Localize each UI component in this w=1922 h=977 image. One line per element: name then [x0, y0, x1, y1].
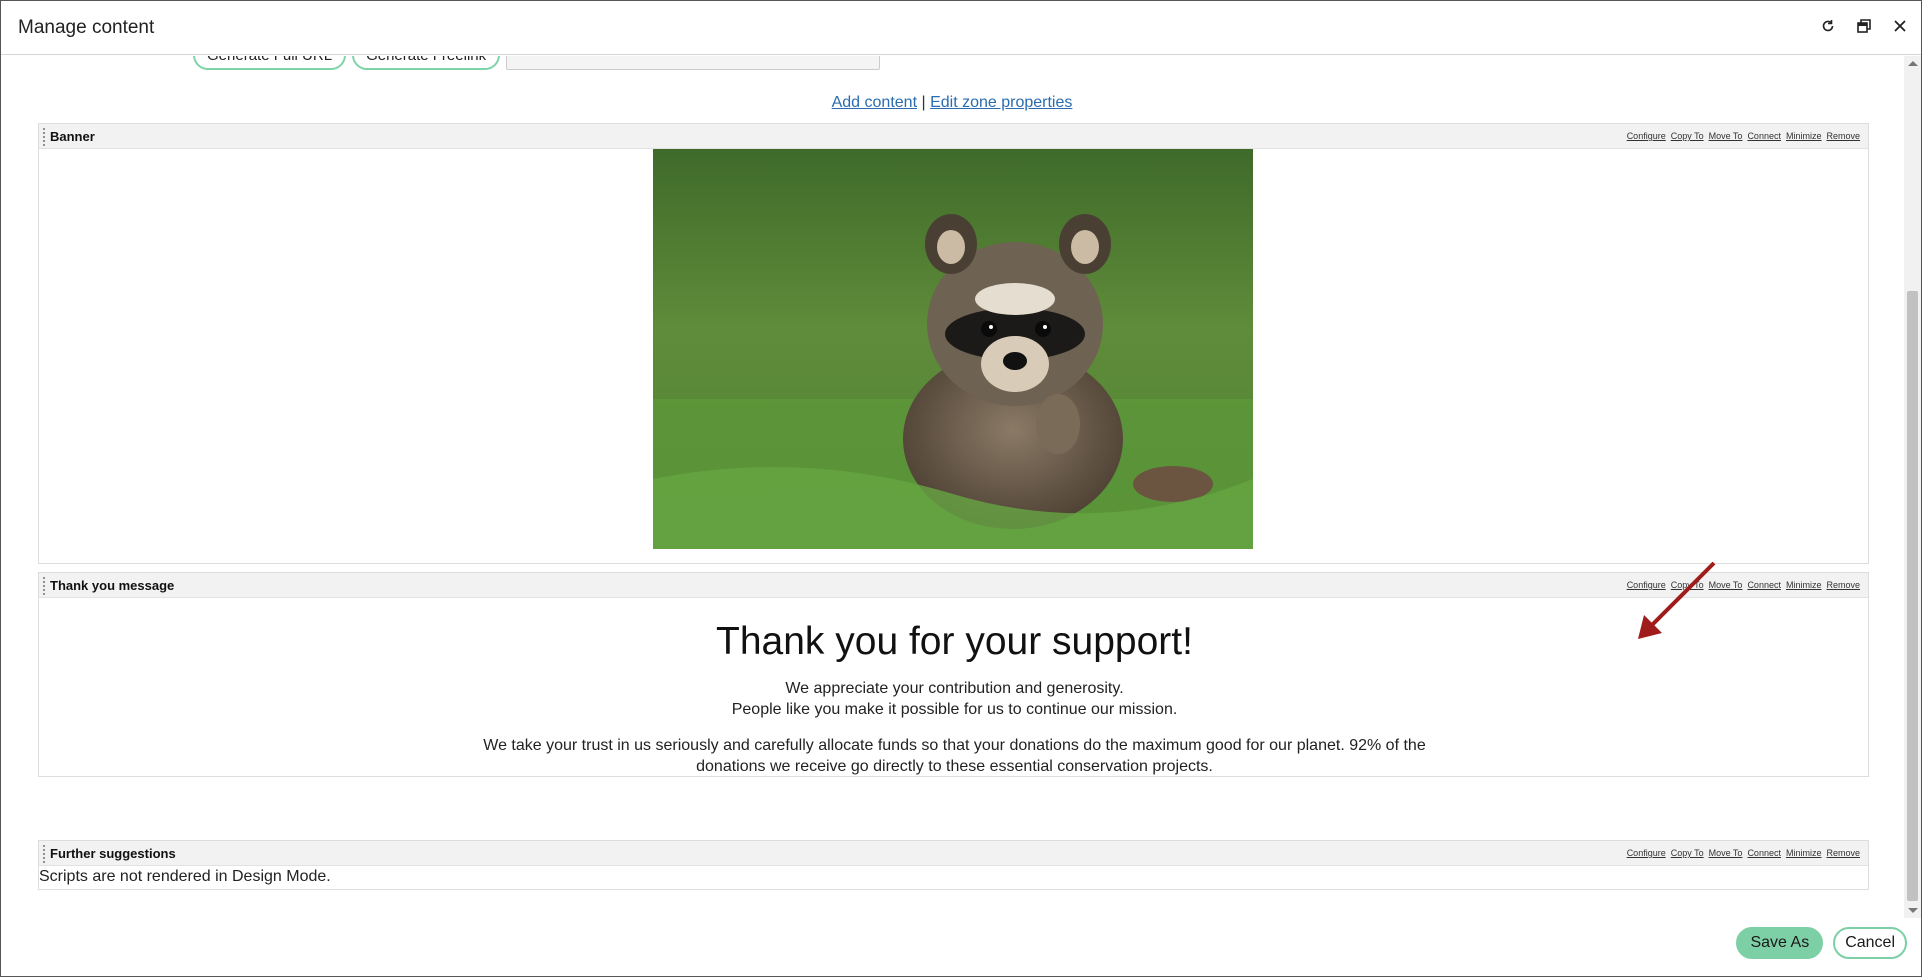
move-to-link[interactable]: Move To: [1709, 848, 1743, 858]
scroll-thumb[interactable]: [1907, 291, 1918, 901]
manage-content-window: Manage content Generate Full URL Generat…: [0, 0, 1922, 977]
copy-to-link[interactable]: Copy To: [1671, 580, 1704, 590]
webpart-actions: Configure Copy To Move To Connect Minimi…: [1627, 580, 1860, 590]
webpart-header: Thank you message Configure Copy To Move…: [39, 573, 1868, 598]
webpart-header: Banner Configure Copy To Move To Connect…: [39, 124, 1868, 149]
move-to-link[interactable]: Move To: [1709, 580, 1743, 590]
webpart-title: Thank you message: [50, 578, 175, 593]
remove-link[interactable]: Remove: [1826, 580, 1860, 590]
configure-link[interactable]: Configure: [1627, 131, 1666, 141]
connect-link[interactable]: Connect: [1747, 580, 1781, 590]
zone-links: Add content | Edit zone properties: [1, 94, 1903, 112]
maximize-icon[interactable]: [1853, 15, 1875, 37]
thank-you-heading: Thank you for your support!: [716, 620, 1193, 663]
scroll-down-icon[interactable]: [1908, 908, 1918, 913]
webpart-title: Further suggestions: [50, 846, 176, 861]
grip-icon[interactable]: [42, 844, 46, 863]
webpart-title: Banner: [50, 129, 95, 144]
configure-link[interactable]: Configure: [1627, 848, 1666, 858]
minimize-link[interactable]: Minimize: [1786, 580, 1822, 590]
remove-link[interactable]: Remove: [1826, 848, 1860, 858]
webpart-actions: Configure Copy To Move To Connect Minimi…: [1627, 848, 1860, 858]
connect-link[interactable]: Connect: [1747, 848, 1781, 858]
webpart-further-suggestions: Further suggestions Configure Copy To Mo…: [38, 840, 1869, 890]
generate-full-url-button[interactable]: Generate Full URL: [193, 56, 347, 70]
webpart-actions: Configure Copy To Move To Connect Minimi…: [1627, 131, 1860, 141]
webpart-banner: Banner Configure Copy To Move To Connect…: [38, 123, 1869, 564]
close-icon[interactable]: [1889, 15, 1911, 37]
add-content-link[interactable]: Add content: [832, 94, 917, 111]
webpart-thank-you: Thank you message Configure Copy To Move…: [38, 572, 1869, 777]
vertical-scrollbar[interactable]: [1904, 56, 1921, 918]
save-as-button[interactable]: Save As: [1736, 927, 1824, 959]
refresh-icon[interactable]: [1817, 15, 1839, 37]
banner-image-raccoon: [653, 149, 1253, 549]
window-title: Manage content: [18, 17, 155, 38]
grip-icon[interactable]: [42, 127, 46, 146]
url-output-field[interactable]: [506, 56, 881, 70]
thank-you-line-4: donations we receive go directly to thes…: [696, 758, 1213, 775]
edit-zone-properties-link[interactable]: Edit zone properties: [930, 94, 1072, 111]
grip-icon[interactable]: [42, 576, 46, 595]
window-controls: [1817, 15, 1911, 37]
copy-to-link[interactable]: Copy To: [1671, 848, 1704, 858]
design-area: Generate Full URL Generate Freelink Add …: [1, 56, 1903, 918]
minimize-link[interactable]: Minimize: [1786, 848, 1822, 858]
title-bar: Manage content: [1, 1, 1921, 55]
copy-to-link[interactable]: Copy To: [1671, 131, 1704, 141]
scripts-not-rendered-message: Scripts are not rendered in Design Mode.: [39, 868, 331, 885]
thank-you-line-3: We take your trust in us seriously and c…: [483, 737, 1426, 754]
configure-link[interactable]: Configure: [1627, 580, 1666, 590]
thank-you-line-2: People like you make it possible for us …: [731, 701, 1178, 718]
link-separator: |: [921, 94, 926, 111]
webpart-header: Further suggestions Configure Copy To Mo…: [39, 841, 1868, 866]
minimize-link[interactable]: Minimize: [1786, 131, 1822, 141]
move-to-link[interactable]: Move To: [1709, 131, 1743, 141]
thank-you-line-1: We appreciate your contribution and gene…: [785, 680, 1124, 697]
remove-link[interactable]: Remove: [1826, 131, 1860, 141]
generate-freelink-button[interactable]: Generate Freelink: [352, 56, 501, 70]
scroll-up-icon[interactable]: [1908, 61, 1918, 66]
dialog-footer: Save As Cancel: [1736, 927, 1907, 959]
connect-link[interactable]: Connect: [1747, 131, 1781, 141]
url-toolbar: Generate Full URL Generate Freelink: [193, 56, 881, 70]
cancel-button[interactable]: Cancel: [1833, 927, 1907, 959]
